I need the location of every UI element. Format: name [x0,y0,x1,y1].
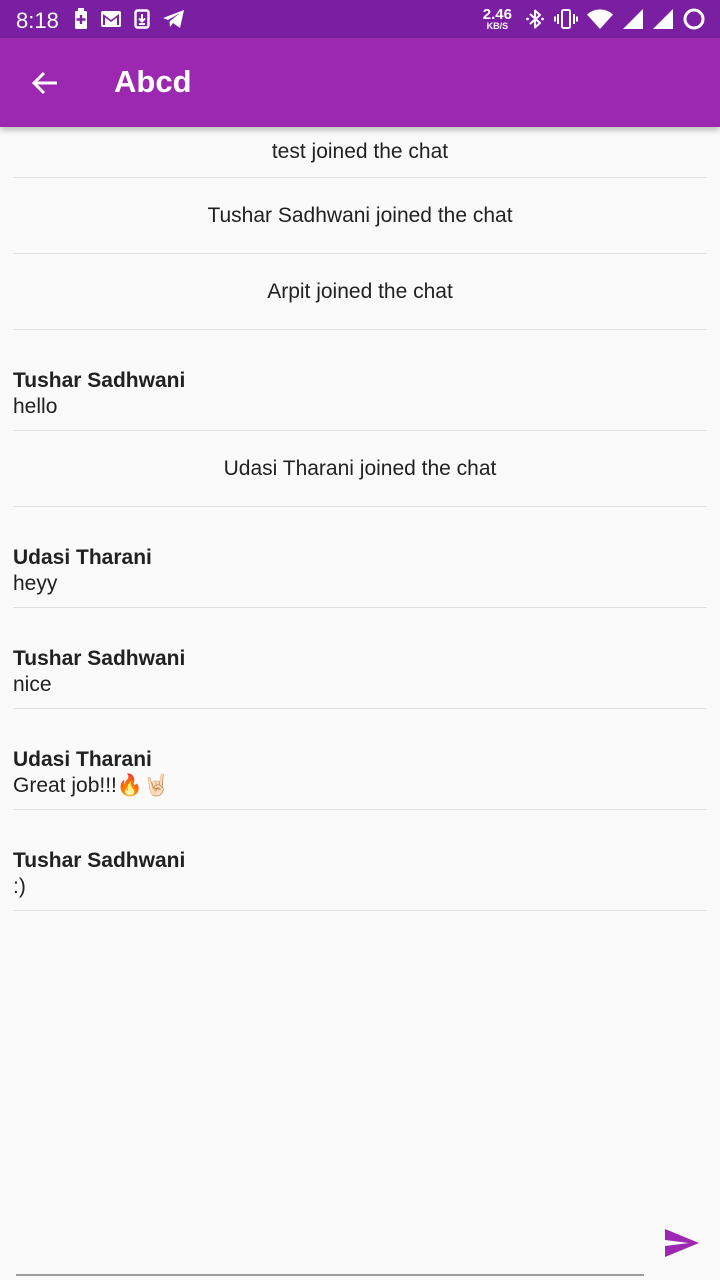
message-input[interactable] [16,1274,644,1276]
bluetooth-icon [526,9,544,29]
chat-message: Udasi Tharani Great job!!!🔥🤘🏻 [13,709,707,810]
message-author: Tushar Sadhwani [13,849,186,872]
circle-icon [683,8,705,30]
message-author: Udasi Tharani [13,546,152,569]
message-text: hello [13,395,58,418]
message-author: Udasi Tharani [13,748,152,771]
message-text: :) [13,875,26,898]
vibrate-icon [554,9,578,29]
gmail-icon [101,11,121,27]
back-button[interactable] [26,64,64,102]
battery-plus-icon [75,8,87,29]
chat-message: Udasi Tharani heyy [13,507,707,608]
message-text: heyy [13,572,58,595]
message-list[interactable]: test joined the chat Tushar Sadhwani joi… [0,127,720,911]
system-message: Udasi Tharani joined the chat [13,431,707,507]
message-text: Great job!!!🔥🤘🏻 [13,774,170,797]
status-bar: 8:18 2.46 KB/S [0,0,720,38]
network-speed-value: 2.46 [482,6,512,23]
download-icon [134,9,150,29]
telegram-icon [163,10,184,28]
chat-message: Tushar Sadhwani hello [13,330,707,431]
message-author: Tushar Sadhwani [13,647,186,670]
system-status-icons: 2.46 KB/S [483,6,706,32]
page-title: Abcd [114,64,192,99]
message-author: Tushar Sadhwani [13,369,186,392]
system-message: Tushar Sadhwani joined the chat [13,178,707,254]
wifi-icon [587,9,613,29]
app-bar: Abcd [0,38,720,127]
network-speed-unit: KB/S [486,21,509,31]
notification-icons [74,8,186,30]
signal-icon [653,9,673,29]
status-time: 8:18 [16,8,59,33]
network-speed: 2.46 KB/S [483,7,512,31]
send-icon [665,1229,699,1257]
chat-message: Tushar Sadhwani nice [13,608,707,709]
message-text: nice [13,673,52,696]
system-message: test joined the chat [13,127,707,178]
send-button[interactable] [660,1224,704,1262]
chat-message: Tushar Sadhwani :) [13,810,707,911]
system-message: Arpit joined the chat [13,254,707,330]
signal-icon [623,9,643,29]
arrow-back-icon [31,71,57,95]
